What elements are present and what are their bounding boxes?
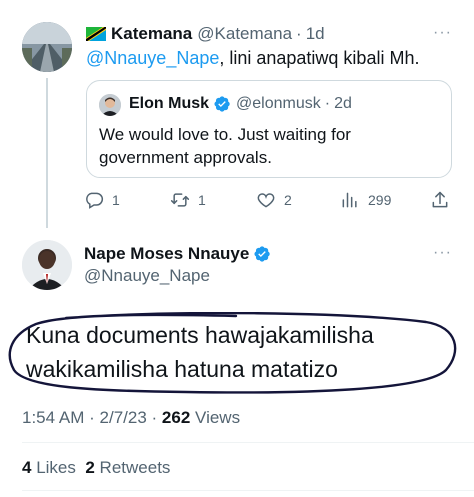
analytics-icon <box>342 192 357 208</box>
tweet-timestamp-line: 1:54 AM · 2/7/23 · 262 Views <box>22 408 240 428</box>
quoted-author-handle[interactable]: @elonmusk <box>236 95 321 113</box>
tanzania-flag-icon <box>86 27 106 41</box>
likes-stat[interactable]: 4 Likes <box>22 458 76 477</box>
retweet-button[interactable]: 1 <box>170 190 206 210</box>
retweet-count: 1 <box>198 192 206 208</box>
nape-nnauye-avatar[interactable] <box>22 240 72 290</box>
main-text-line-2: wakikamilisha hatuna matatizo <box>26 356 338 382</box>
likes-count: 4 <box>22 458 32 477</box>
quoted-separator: · <box>324 95 331 112</box>
tweet-time[interactable]: 1:54 AM <box>22 408 84 427</box>
main-text-line-1: Kuna documents hawajakamilisha <box>26 322 374 348</box>
quoted-author-name[interactable]: Elon Musk <box>129 95 209 113</box>
quoted-tweet-text: We would love to. Just waiting for gover… <box>99 125 351 167</box>
main-tweet-text: Kuna documents hawajakamilisha wakikamil… <box>26 318 456 386</box>
meta-separator: · <box>89 408 95 427</box>
retweet-icon <box>170 193 190 207</box>
reply-action-bar: 1 1 2 299 <box>84 190 454 212</box>
main-tweet-author: Nape Moses Nnauye <box>84 244 271 264</box>
divider <box>22 490 474 491</box>
share-icon <box>432 191 448 208</box>
verified-badge-icon <box>254 246 271 262</box>
reply-author-handle[interactable]: @Katemana <box>197 24 292 44</box>
mention-link[interactable]: @Nnauye_Nape <box>86 48 219 68</box>
katemana-avatar[interactable] <box>22 22 72 72</box>
reply-author-name[interactable]: Katemana <box>111 24 192 44</box>
engagement-stats: 4 Likes 2 Retweets <box>22 458 170 478</box>
main-author-handle[interactable]: @Nnauye_Nape <box>84 266 210 286</box>
likes-label: Likes <box>36 458 76 477</box>
reply-timestamp[interactable]: 1d <box>306 24 325 44</box>
reply-count: 1 <box>112 192 120 208</box>
reply-tweet[interactable]: Katemana @Katemana · 1d ··· @Nnauye_Nape… <box>0 0 474 232</box>
like-count: 2 <box>284 192 292 208</box>
heart-icon <box>257 193 275 208</box>
retweets-label: Retweets <box>99 458 171 477</box>
main-more-options-icon[interactable]: ··· <box>433 244 452 262</box>
views-button[interactable]: 299 <box>340 190 391 210</box>
share-button[interactable] <box>430 190 450 210</box>
views-label: Views <box>195 408 241 427</box>
elon-musk-avatar[interactable] <box>99 94 121 116</box>
view-count: 299 <box>368 192 392 208</box>
reply-icon <box>86 192 104 209</box>
reply-button[interactable]: 1 <box>84 190 120 210</box>
reply-tweet-text: @Nnauye_Nape, lini anapatiwq kibali Mh. <box>86 48 419 69</box>
thread-connector-line <box>46 78 48 228</box>
verified-badge-icon <box>214 96 230 112</box>
divider <box>22 442 474 443</box>
quoted-tweet-header: Elon Musk @elonmusk · 2d <box>129 95 352 113</box>
retweets-count: 2 <box>85 458 95 477</box>
quoted-tweet-card[interactable]: Elon Musk @elonmusk · 2d We would love t… <box>86 80 452 178</box>
meta-separator-2: · <box>151 408 158 427</box>
views-count: 262 <box>161 408 191 427</box>
like-button[interactable]: 2 <box>256 190 292 210</box>
main-author-name[interactable]: Nape Moses Nnauye <box>84 244 249 264</box>
reply-tweet-header: Katemana @Katemana · 1d <box>86 24 325 44</box>
quoted-timestamp[interactable]: 2d <box>334 95 352 113</box>
reply-more-options-icon[interactable]: ··· <box>433 24 452 42</box>
retweets-stat[interactable]: 2 Retweets <box>85 458 170 477</box>
tweet-date[interactable]: 2/7/23 <box>100 408 147 427</box>
reply-separator: · <box>296 24 302 43</box>
reply-body-text: , lini anapatiwq kibali Mh. <box>219 48 420 68</box>
